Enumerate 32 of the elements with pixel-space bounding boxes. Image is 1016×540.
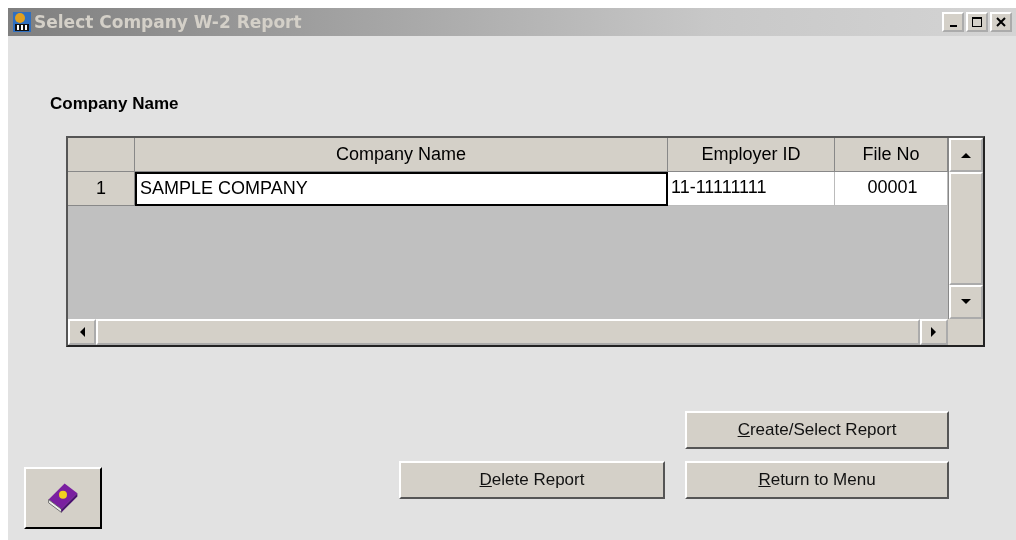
close-button[interactable] xyxy=(990,12,1012,32)
vertical-scrollbar[interactable] xyxy=(948,138,983,319)
scroll-left-button[interactable] xyxy=(68,319,96,345)
maximize-icon xyxy=(972,17,982,27)
row-header[interactable]: 1 xyxy=(68,172,135,206)
up-arrow-icon xyxy=(960,151,972,159)
table-cell[interactable]: 11-11111111 xyxy=(668,172,835,206)
column-header[interactable]: File No xyxy=(835,138,948,172)
table-cell[interactable]: 00001 xyxy=(835,172,948,206)
left-arrow-icon xyxy=(78,326,86,338)
minimize-button[interactable] xyxy=(942,12,964,32)
corner-header xyxy=(68,138,135,172)
column-header[interactable]: Company Name xyxy=(135,138,668,172)
size-box xyxy=(948,319,983,345)
scroll-up-button[interactable] xyxy=(949,138,983,172)
create-select-report-button[interactable]: Create/Select Report xyxy=(685,411,949,449)
right-arrow-icon xyxy=(930,326,938,338)
table-cell[interactable]: SAMPLE COMPANY xyxy=(135,172,668,206)
scroll-down-button[interactable] xyxy=(949,285,983,319)
help-book-icon xyxy=(47,482,79,514)
app-icon xyxy=(12,11,32,33)
close-icon xyxy=(996,17,1006,27)
help-button[interactable] xyxy=(24,467,102,529)
scroll-right-button[interactable] xyxy=(920,319,948,345)
column-header[interactable]: Employer ID xyxy=(668,138,835,172)
section-label: Company Name xyxy=(50,94,180,115)
maximize-button[interactable] xyxy=(966,12,988,32)
return-to-menu-button[interactable]: Return to Menu xyxy=(685,461,949,499)
delete-report-button[interactable]: Delete Report xyxy=(399,461,665,499)
minimize-icon xyxy=(949,24,957,27)
down-arrow-icon xyxy=(960,298,972,306)
window-title: Select Company W-2 Report xyxy=(34,12,302,32)
